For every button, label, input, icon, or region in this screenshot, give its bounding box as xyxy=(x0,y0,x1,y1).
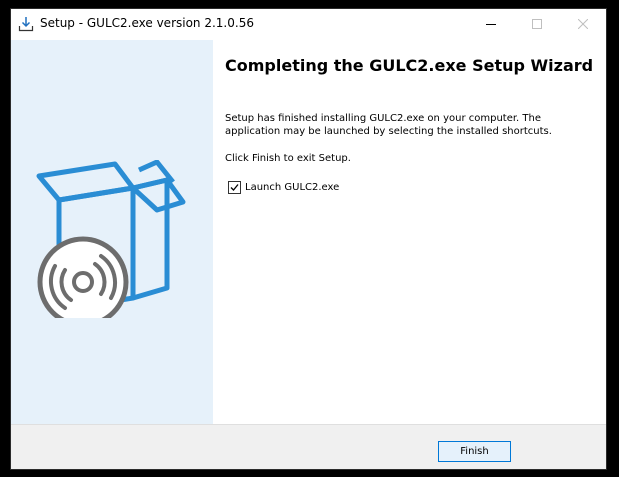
exit-instruction-text: Click Finish to exit Setup. xyxy=(225,153,351,164)
setup-window: Setup - GULC2.exe version 2.1.0.56 Compl… xyxy=(10,8,607,470)
wizard-heading: Completing the GULC2.exe Setup Wizard xyxy=(225,56,594,75)
window-title: Setup - GULC2.exe version 2.1.0.56 xyxy=(40,16,254,30)
install-complete-text: Setup has finished installing GULC2.exe … xyxy=(225,113,552,137)
maximize-button[interactable] xyxy=(514,9,560,40)
close-icon xyxy=(578,19,588,29)
minimize-button[interactable] xyxy=(468,9,514,40)
maximize-icon xyxy=(532,19,542,29)
wizard-content: Completing the GULC2.exe Setup Wizard Se… xyxy=(11,40,606,424)
minimize-icon xyxy=(486,24,496,25)
wizard-side-panel xyxy=(11,40,213,424)
checkmark-icon xyxy=(230,184,239,191)
footer-divider xyxy=(11,424,606,425)
software-box-disc-icon xyxy=(36,160,186,318)
close-button[interactable] xyxy=(560,9,606,40)
launch-checkbox-label[interactable]: Launch GULC2.exe xyxy=(245,181,339,194)
title-bar[interactable]: Setup - GULC2.exe version 2.1.0.56 xyxy=(11,9,606,40)
launch-checkbox[interactable] xyxy=(228,181,241,194)
finish-button[interactable]: Finish xyxy=(438,441,511,462)
setup-download-icon xyxy=(18,16,34,32)
